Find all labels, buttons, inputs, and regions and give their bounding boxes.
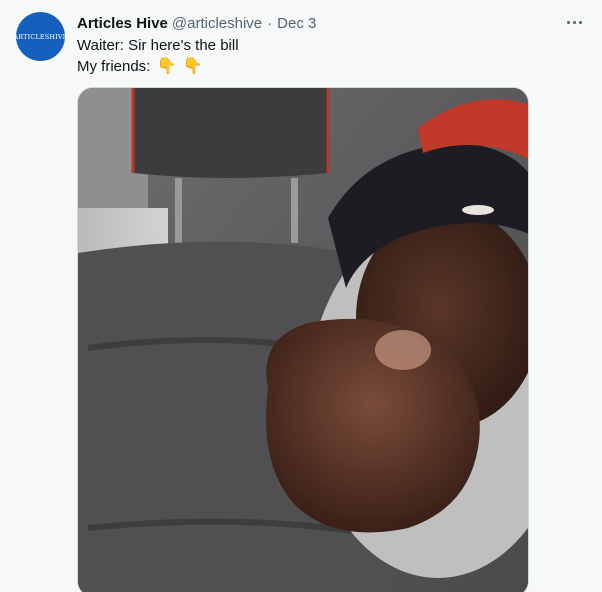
tweet-text-line-2: My friends: 👇 👇 [77,56,239,77]
tweet-text-line-1: Waiter: Sir here's the bill [77,37,239,54]
media-image [78,88,528,592]
headrest-post [291,178,298,243]
more-dot [566,20,570,24]
more-dot [572,20,576,24]
headrest-post [175,178,182,243]
tweet-text: Waiter: Sir here's the bill My friends: … [77,36,239,77]
author-name[interactable]: Articles Hive [77,15,168,32]
eye [462,205,494,215]
tweet-media[interactable] [77,87,529,592]
author-handle[interactable]: @articleshive [172,15,262,32]
tweet[interactable]: ARTICLESHIVE Articles Hive @articleshive… [0,0,602,592]
tweet-header: Articles Hive @articleshive · Dec 3 [77,13,316,33]
more-dot [578,20,582,24]
pointing-down-emoji: 👇 [182,56,203,75]
avatar-logo-text: ARTICLESHIVE [16,32,65,41]
headrest [133,88,328,178]
separator-dot: · [267,14,273,32]
more-options-icon[interactable] [562,12,586,32]
tweet-date[interactable]: Dec 3 [277,15,316,32]
fingernail-highlight [375,330,431,370]
avatar[interactable]: ARTICLESHIVE [16,12,65,61]
tweet-text-line-2-prefix: My friends: [77,58,151,75]
pointing-down-emoji: 👇 [156,56,177,75]
